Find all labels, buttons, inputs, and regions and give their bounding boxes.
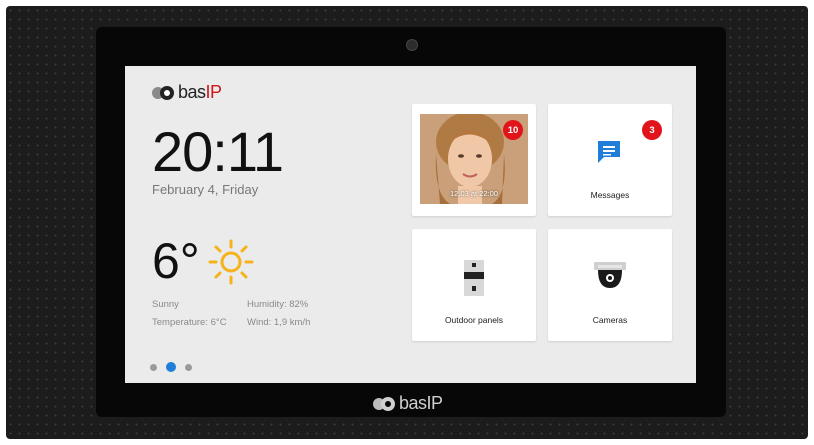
clock-time: 20:11	[152, 120, 284, 183]
front-camera	[406, 39, 418, 51]
visitor-timestamp: 12.03 at 22:00	[450, 189, 498, 198]
messages-tile[interactable]: 3 Messages	[548, 104, 672, 216]
visitors-badge: 10	[503, 120, 523, 140]
messages-badge: 3	[642, 120, 662, 140]
weather-temperature: 6°	[152, 233, 200, 289]
outdoor-panels-label: Outdoor panels	[444, 315, 504, 325]
camera-icon	[594, 262, 626, 288]
device-brand-logo: basIP	[373, 393, 443, 414]
cameras-tile[interactable]: Cameras	[548, 229, 672, 341]
brand-logo-icon	[152, 85, 178, 100]
sun-icon	[208, 239, 254, 285]
outdoor-panel-icon	[464, 260, 484, 296]
page-dot[interactable]	[150, 363, 157, 371]
page-indicator	[150, 362, 192, 372]
weather-wind: Wind: 1,9 km/h	[247, 317, 311, 328]
clock-date: February 4, Friday	[152, 182, 259, 197]
device-brand-logo-icon	[373, 396, 399, 411]
visitors-tile[interactable]: 12.03 at 22:00 10	[412, 104, 536, 216]
weather-humidity: Humidity: 82%	[247, 299, 309, 310]
messages-label: Messages	[590, 190, 630, 200]
home-screen: basIP 20:11 February 4, Friday 6° Sunny …	[125, 66, 696, 383]
weather-temperature-detail: Temperature: 6°C	[152, 317, 227, 328]
page-dot-active[interactable]	[166, 362, 176, 372]
cameras-label: Cameras	[592, 315, 628, 325]
brand-logo: basIP	[152, 82, 222, 103]
message-icon	[598, 141, 620, 163]
weather-condition: Sunny	[152, 299, 179, 310]
page-dot[interactable]	[185, 363, 192, 371]
outdoor-panels-tile[interactable]: Outdoor panels	[412, 229, 536, 341]
